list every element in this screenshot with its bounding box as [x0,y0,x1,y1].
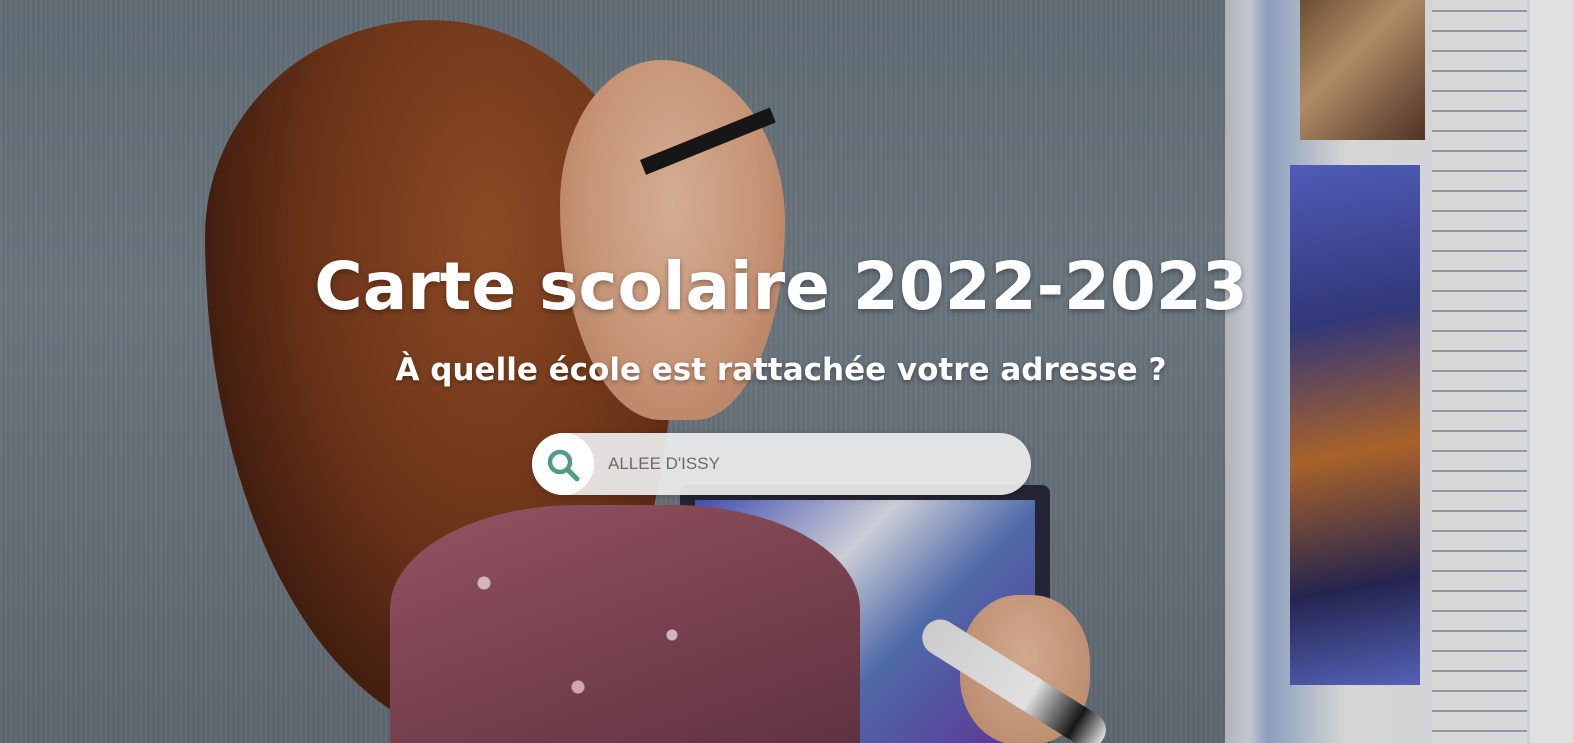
hero-content: Carte scolaire 2022-2023 À quelle école … [0,0,1573,743]
address-search-input[interactable] [608,433,1008,495]
page-subtitle: À quelle école est rattachée votre adres… [395,352,1167,388]
search-icon [547,449,580,482]
search-button[interactable] [532,433,594,495]
hero-section: Carte scolaire 2022-2023 À quelle école … [0,0,1573,743]
page-title: Carte scolaire 2022-2023 [314,248,1248,325]
address-search-bar[interactable] [532,433,1031,495]
